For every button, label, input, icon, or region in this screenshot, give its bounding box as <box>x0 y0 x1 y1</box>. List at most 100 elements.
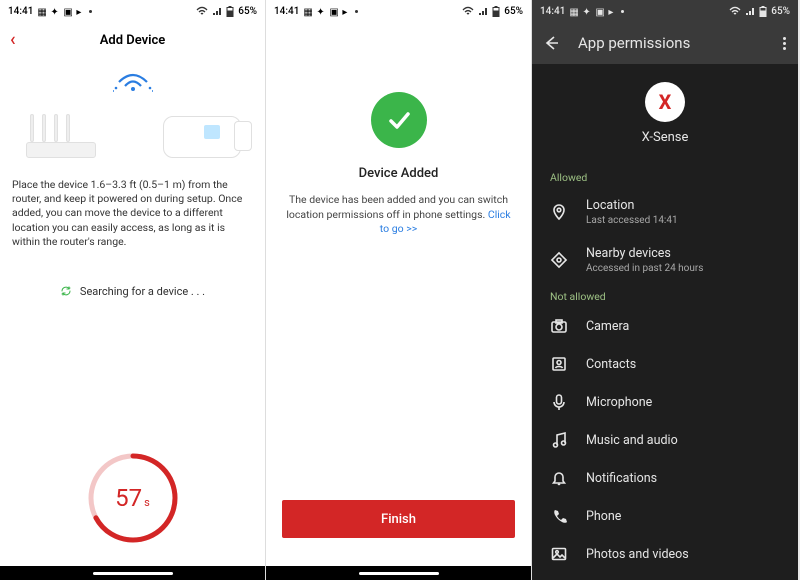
permission-name: Music and audio <box>586 433 678 448</box>
status-icon: ▸ <box>342 7 351 16</box>
status-icon: ▸ <box>608 7 617 16</box>
success-message: The device has been added and you can sw… <box>266 193 531 237</box>
app-name: X-Sense <box>642 130 689 145</box>
permission-location[interactable]: Location Last accessed 14:41 <box>532 188 798 236</box>
wifi-icon <box>462 6 474 16</box>
refresh-icon <box>60 285 72 297</box>
three-phone-screenshots: 14:41 ▦ ✦ ▣ ▸ 65% ‹ Add Device <box>0 0 800 580</box>
wifi-signal-icon <box>113 66 153 96</box>
page-title: App permissions <box>578 34 690 52</box>
phone-add-device: 14:41 ▦ ✦ ▣ ▸ 65% ‹ Add Device <box>0 0 266 580</box>
countdown-value: 57 <box>115 484 142 512</box>
not-allowed-permissions-list: Camera Contacts Microphone Music and aud… <box>532 307 798 573</box>
mic-icon <box>550 393 568 411</box>
countdown-unit: s <box>144 496 150 509</box>
header: ‹ Add Device <box>0 22 265 58</box>
battery-icon <box>492 6 500 17</box>
wifi-icon <box>729 6 741 16</box>
battery-icon <box>759 6 767 17</box>
music-icon <box>550 431 568 449</box>
app-initial: X <box>659 90 672 114</box>
wifi-icon <box>196 6 208 16</box>
permission-name: Contacts <box>586 357 636 372</box>
success-check-icon <box>371 92 427 148</box>
permission-name: Location <box>586 198 678 213</box>
status-icon: ▸ <box>76 7 85 16</box>
searching-label: Searching for a device . . . <box>80 285 205 298</box>
status-time: 14:41 <box>540 6 565 17</box>
camera-icon <box>550 317 568 335</box>
status-icon: ▣ <box>329 7 338 16</box>
countdown-timer: 57 s <box>85 450 181 546</box>
success-title: Device Added <box>359 166 439 181</box>
permission-name: Photos and videos <box>586 547 689 562</box>
back-arrow-icon[interactable] <box>542 34 560 52</box>
finish-button-label: Finish <box>381 512 416 527</box>
instruction-text: Place the device 1.6–3.3 ft (0.5–1 m) fr… <box>0 168 265 249</box>
permission-camera[interactable]: Camera <box>532 307 798 345</box>
status-battery: 65% <box>771 6 790 17</box>
finish-button[interactable]: Finish <box>282 500 515 538</box>
status-icon: ▣ <box>595 7 604 16</box>
router-illustration <box>26 114 96 158</box>
status-time: 14:41 <box>274 6 299 17</box>
pairing-illustration <box>0 58 265 168</box>
status-bar: 14:41 ▦ ✦ ▣ ▸ 65% <box>532 0 798 22</box>
permission-name: Nearby devices <box>586 246 703 261</box>
permission-name: Microphone <box>586 395 652 410</box>
nearby-icon <box>550 251 568 269</box>
permission-name: Phone <box>586 509 621 524</box>
status-time: 14:41 <box>8 6 33 17</box>
status-icon: ▦ <box>569 7 578 16</box>
signal-icon <box>478 6 488 16</box>
location-icon <box>550 203 568 221</box>
signal-icon <box>212 6 222 16</box>
permission-contacts[interactable]: Contacts <box>532 345 798 383</box>
permission-bell[interactable]: Notifications <box>532 459 798 497</box>
status-icon: ▦ <box>37 7 46 16</box>
status-dot <box>355 10 358 13</box>
section-allowed-label: Allowed <box>532 165 798 188</box>
header: App permissions <box>532 22 798 64</box>
app-header: X X-Sense <box>532 64 798 165</box>
permission-music[interactable]: Music and audio <box>532 421 798 459</box>
status-icon: ✦ <box>582 7 591 16</box>
contacts-icon <box>550 355 568 373</box>
permission-subtext: Last accessed 14:41 <box>586 215 678 226</box>
status-dot <box>89 10 92 13</box>
phone-device-added: 14:41 ▦ ✦ ▣ ▸ 65% Device Added The devic… <box>266 0 532 580</box>
android-nav-bar[interactable] <box>266 566 531 580</box>
status-dot <box>621 10 624 13</box>
phone-app-permissions: 14:41 ▦ ✦ ▣ ▸ 65% App permissions X X-Se… <box>532 0 798 580</box>
back-button[interactable]: ‹ <box>10 31 16 49</box>
searching-status: Searching for a device . . . <box>0 285 265 298</box>
device-illustration <box>163 116 241 158</box>
status-bar: 14:41 ▦ ✦ ▣ ▸ 65% <box>0 0 265 22</box>
allowed-permissions-list: Location Last accessed 14:41 Nearby devic… <box>532 188 798 284</box>
status-bar: 14:41 ▦ ✦ ▣ ▸ 65% <box>266 0 531 22</box>
more-menu-icon[interactable] <box>783 37 786 50</box>
battery-icon <box>226 6 234 17</box>
permission-subtext: Accessed in past 24 hours <box>586 263 703 274</box>
bell-icon <box>550 469 568 487</box>
status-icon: ▣ <box>63 7 72 16</box>
android-nav-bar[interactable] <box>0 566 265 580</box>
success-message-text: The device has been added and you can sw… <box>286 193 508 221</box>
status-battery: 65% <box>504 6 523 17</box>
permission-name: Camera <box>586 319 629 334</box>
status-icon: ✦ <box>316 7 325 16</box>
permission-name: Notifications <box>586 471 657 486</box>
status-battery: 65% <box>238 6 257 17</box>
status-icon: ✦ <box>50 7 59 16</box>
signal-icon <box>745 6 755 16</box>
app-icon: X <box>645 82 685 122</box>
page-title: Add Device <box>100 33 166 48</box>
permission-mic[interactable]: Microphone <box>532 383 798 421</box>
permission-phone[interactable]: Phone <box>532 497 798 535</box>
phone-icon <box>550 507 568 525</box>
permission-nearby[interactable]: Nearby devices Accessed in past 24 hours <box>532 236 798 284</box>
status-icon: ▦ <box>303 7 312 16</box>
photos-icon <box>550 545 568 563</box>
section-not-allowed-label: Not allowed <box>532 284 798 307</box>
permission-photos[interactable]: Photos and videos <box>532 535 798 573</box>
